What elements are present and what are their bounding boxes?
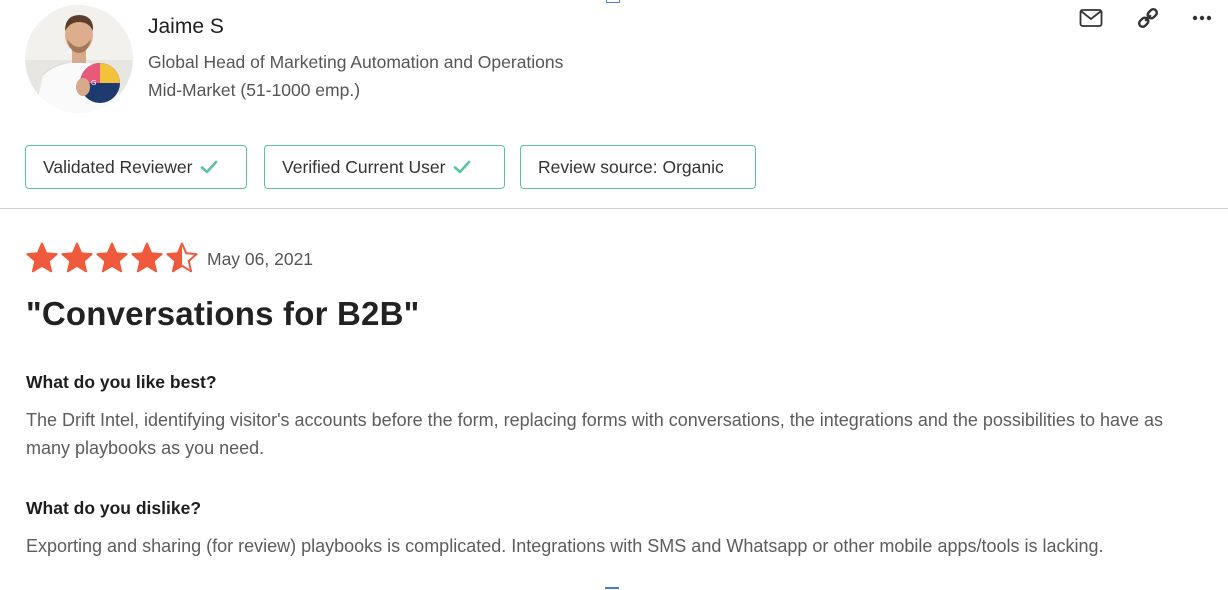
focus-marker-top bbox=[606, 0, 620, 3]
review-date: May 06, 2021 bbox=[207, 249, 314, 269]
email-button[interactable] bbox=[1077, 6, 1105, 30]
badge-verified-current-user: Verified Current User bbox=[264, 145, 505, 189]
reviewer-segment: Mid-Market (51-1000 emp.) bbox=[148, 80, 361, 100]
answer-dislikes: Exporting and sharing (for review) playb… bbox=[26, 536, 1104, 556]
more-icon bbox=[1192, 15, 1212, 21]
check-icon bbox=[453, 160, 471, 174]
user-avatar-photo: G bbox=[25, 5, 133, 113]
copy-link-button[interactable] bbox=[1134, 6, 1162, 30]
review-card: G Jaime S Global Head of Marketing Autom… bbox=[0, 0, 1228, 590]
more-options-button[interactable] bbox=[1188, 6, 1216, 30]
star-full-icon bbox=[26, 242, 58, 273]
check-icon bbox=[200, 160, 218, 174]
review-title: "Conversations for B2B" bbox=[26, 295, 420, 332]
mail-icon bbox=[1079, 9, 1103, 27]
badge-review-source: Review source: Organic bbox=[520, 145, 756, 189]
badge-label: Validated Reviewer bbox=[43, 156, 193, 177]
badge-label: Review source: Organic bbox=[538, 156, 724, 177]
star-full-icon bbox=[96, 242, 128, 273]
badge-validated-reviewer: Validated Reviewer bbox=[25, 145, 247, 189]
star-full-icon bbox=[61, 242, 93, 273]
star-full-icon bbox=[131, 242, 163, 273]
star-half-icon bbox=[166, 242, 198, 273]
star-rating bbox=[26, 242, 198, 273]
section-divider bbox=[0, 208, 1228, 209]
reviewer-title: Global Head of Marketing Automation and … bbox=[148, 52, 564, 72]
reviewer-name: Jaime S bbox=[148, 15, 224, 38]
question-heading-dislikes: What do you dislike? bbox=[26, 498, 202, 518]
link-icon bbox=[1137, 7, 1159, 29]
svg-text:G: G bbox=[91, 79, 96, 87]
question-heading-likes: What do you like best? bbox=[26, 372, 217, 392]
answer-likes: The Drift Intel, identifying visitor's a… bbox=[26, 410, 1163, 458]
focus-marker-bottom bbox=[605, 587, 619, 589]
badge-label: Verified Current User bbox=[282, 156, 446, 177]
avatar[interactable]: G bbox=[25, 5, 133, 113]
